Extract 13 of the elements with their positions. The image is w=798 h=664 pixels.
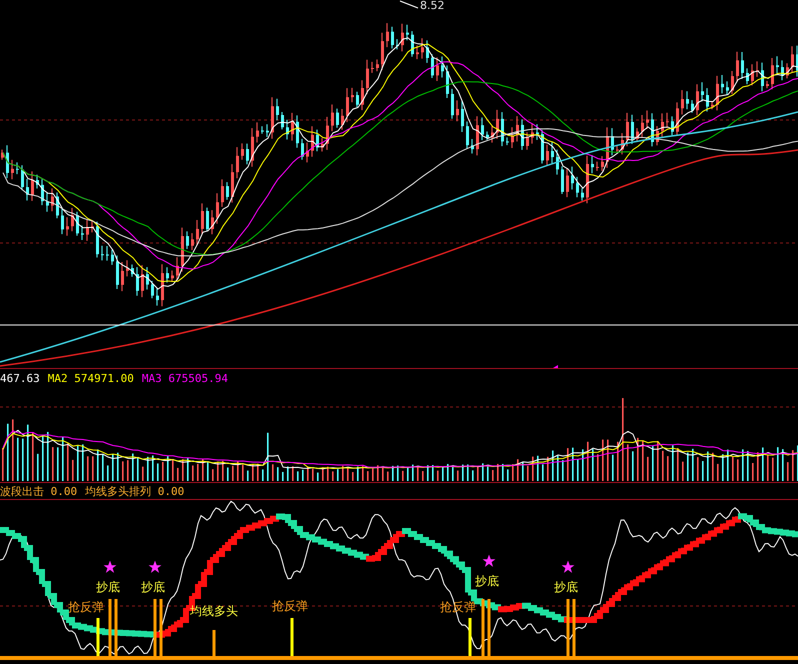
legend-item: 均线多头排列 0.00 (85, 484, 184, 498)
legend-item: MA3 675505.94 (142, 372, 228, 384)
signal-label: 均线多头 (190, 604, 238, 618)
legend-item: MA2 574971.00 (48, 372, 134, 384)
high-price-label: 8.52 (420, 0, 444, 12)
legend-item: 467.63 (0, 372, 40, 384)
signal-label: 抢反弹 (68, 600, 104, 614)
legend-item: 波段出击 0.00 (0, 484, 78, 498)
signal-label: 抄底 (141, 580, 165, 594)
signal-label: 抄底 (96, 580, 120, 594)
signal-label: 抄底 (554, 580, 578, 594)
signal-label: 抄底 (475, 574, 499, 588)
signal-label: 抢反弹 (272, 599, 308, 613)
